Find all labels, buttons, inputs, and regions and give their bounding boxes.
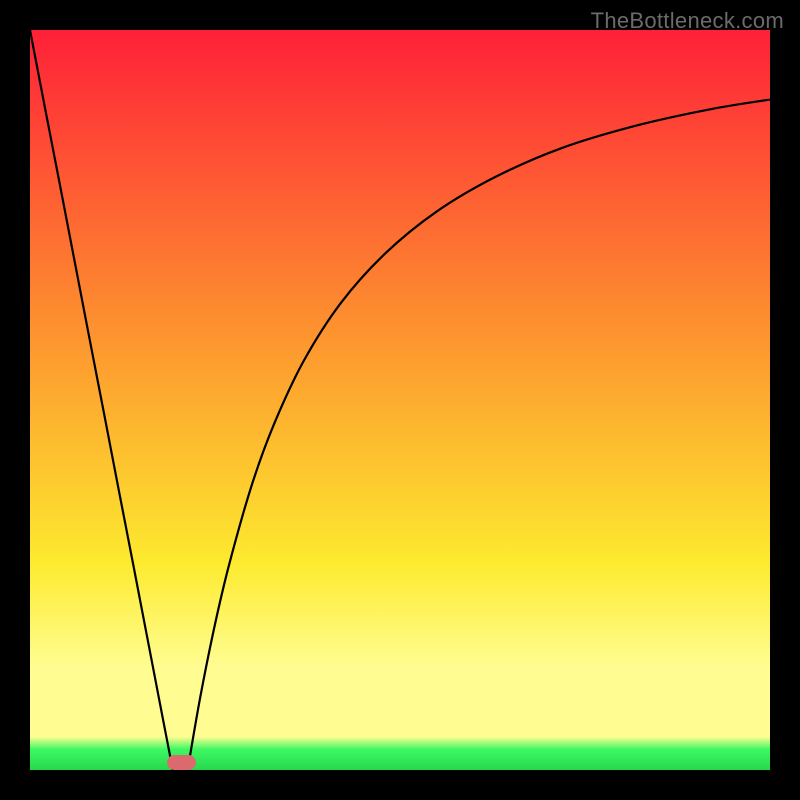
- right-branch-line: [188, 100, 770, 770]
- chart-frame: TheBottleneck.com: [0, 0, 800, 800]
- plot-area: [30, 30, 770, 770]
- bottleneck-marker: [167, 755, 197, 770]
- watermark-text: TheBottleneck.com: [591, 8, 784, 34]
- curve-layer: [30, 30, 770, 770]
- left-branch-line: [30, 30, 173, 770]
